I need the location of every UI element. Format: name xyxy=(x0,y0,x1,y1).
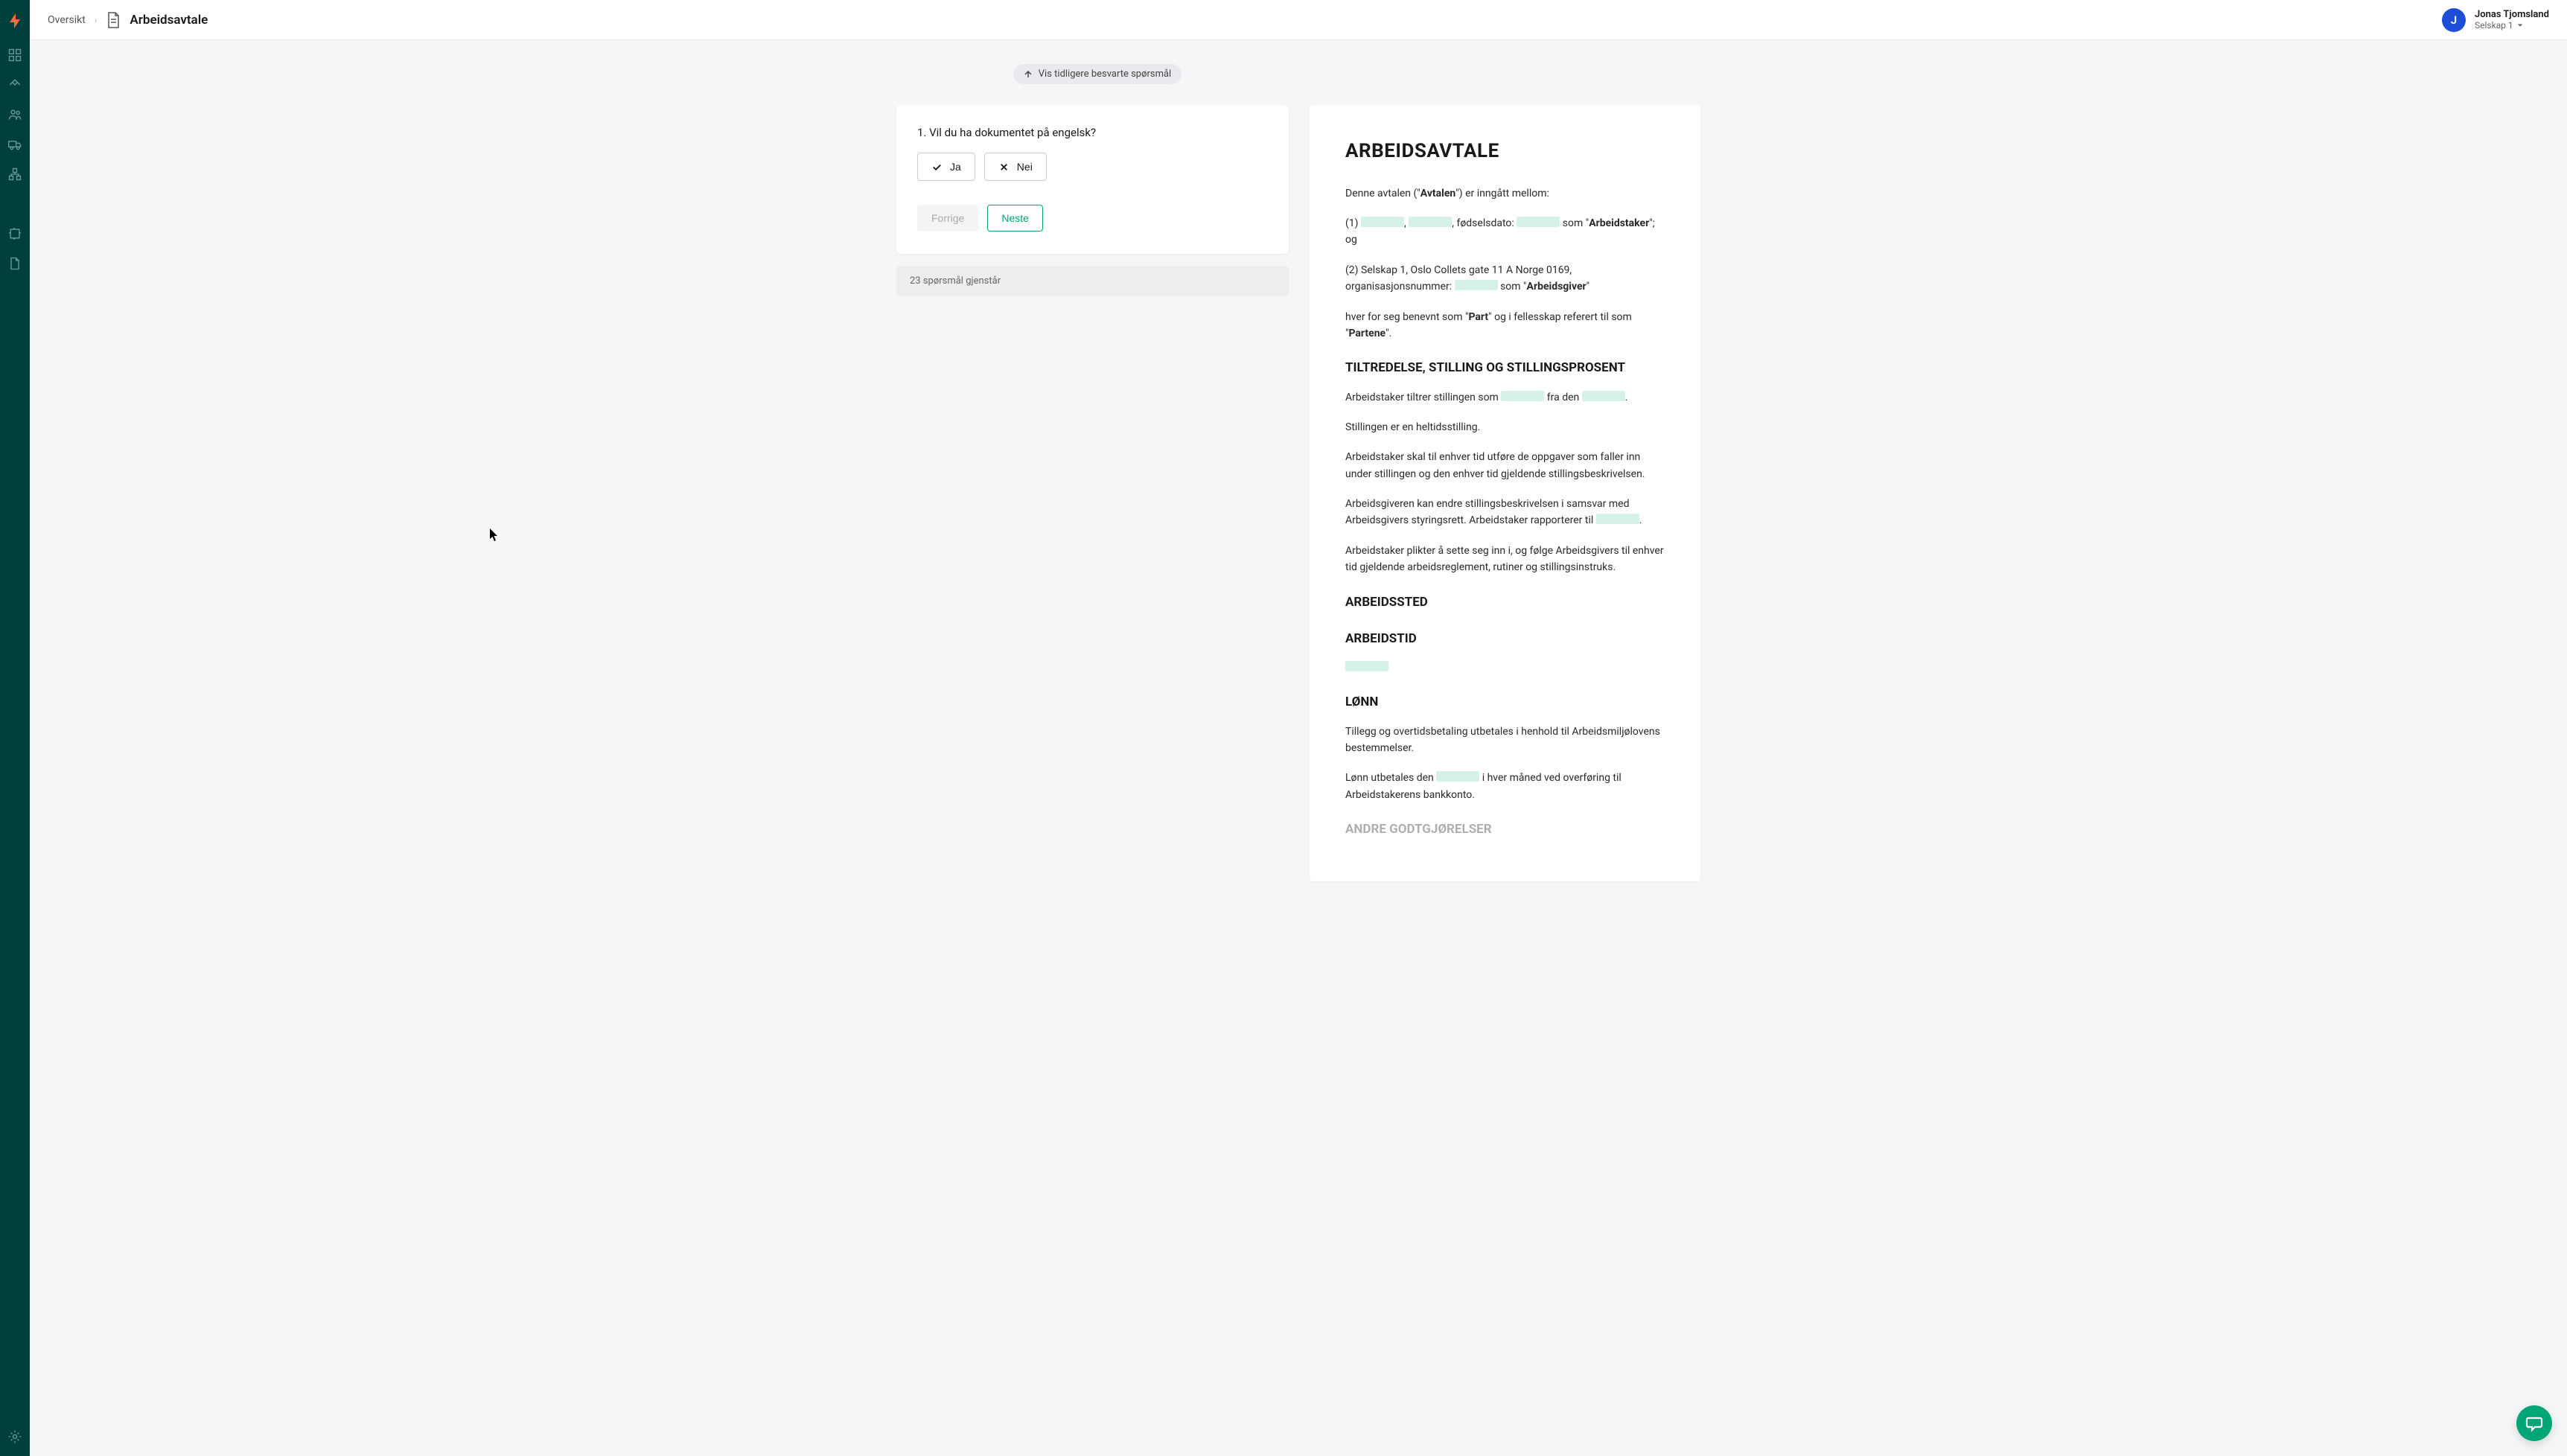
placeholder-field: xxxxxx xyxy=(1361,217,1404,227)
org-icon[interactable] xyxy=(7,167,22,182)
doc-party-1: (1) xxxxxx, xxxxxx, fødselsdato: xxxxxx … xyxy=(1345,215,1665,249)
placeholder-field: xxxxxx xyxy=(1501,391,1544,401)
placeholder-field: xxxxxx xyxy=(1517,217,1560,227)
next-button[interactable]: Neste xyxy=(987,205,1043,232)
section-title: ARBEIDSTID xyxy=(1345,629,1665,649)
company-selector[interactable]: Selskap 1 xyxy=(2475,20,2549,31)
section-title: TILTREDELSE, STILLING OG STILLINGSPROSEN… xyxy=(1345,358,1665,378)
chat-button[interactable] xyxy=(2516,1405,2552,1441)
arrow-up-icon xyxy=(1024,70,1033,79)
questions-remaining: 23 spørsmål gjenstår xyxy=(896,266,1289,296)
x-icon xyxy=(998,162,1010,173)
doc-para: Lønn utbetales den xxxxxx i hver måned v… xyxy=(1345,770,1665,803)
dashboard-icon[interactable] xyxy=(7,48,22,63)
doc-para: xxxxxx xyxy=(1345,660,1665,676)
handshake-icon[interactable] xyxy=(7,77,22,92)
sidebar xyxy=(0,0,30,1456)
chevron-down-icon xyxy=(2516,22,2524,29)
breadcrumb-root[interactable]: Oversikt xyxy=(48,14,86,26)
doc-title: ARBEIDSAVTALE xyxy=(1345,136,1665,167)
answer-no-button[interactable]: Nei xyxy=(984,153,1047,181)
doc-parties-def: hver for seg benevnt som "Part" og i fel… xyxy=(1345,309,1665,342)
placeholder-field: xxxxxx xyxy=(1436,771,1479,782)
doc-para: Arbeidstaker tiltrer stillingen som xxxx… xyxy=(1345,389,1665,406)
app-logo[interactable] xyxy=(6,12,24,30)
document-preview: ARBEIDSAVTALE Denne avtalen ("Avtalen") … xyxy=(1310,105,1700,881)
check-icon xyxy=(931,162,943,173)
prev-button: Forrige xyxy=(917,205,978,232)
doc-para: Tillegg og overtidsbetaling utbetales i … xyxy=(1345,724,1665,757)
doc-para: Arbeidstaker plikter å sette seg inn i, … xyxy=(1345,543,1665,576)
document-icon[interactable] xyxy=(7,256,22,271)
settings-icon[interactable] xyxy=(7,1429,22,1444)
chat-icon xyxy=(2525,1414,2543,1432)
people-icon[interactable] xyxy=(7,107,22,122)
puzzle-icon[interactable] xyxy=(7,226,22,241)
doc-intro: Denne avtalen ("Avtalen") er inngått mel… xyxy=(1345,185,1665,202)
placeholder-field: xxxxxx xyxy=(1409,217,1452,227)
placeholder-field: xxxxxx xyxy=(1345,661,1388,671)
show-previous-questions[interactable]: Vis tidligere besvarte spørsmål xyxy=(1013,64,1182,84)
header: Oversikt › Arbeidsavtale J Jonas Tjomsla… xyxy=(30,0,2567,40)
document-page-icon xyxy=(106,11,121,29)
chevron-right-icon: › xyxy=(95,15,98,25)
placeholder-field: xxxxxx xyxy=(1582,391,1625,401)
placeholder-field: xxxxxx xyxy=(1596,514,1639,524)
truck-icon[interactable] xyxy=(7,137,22,152)
section-title: ARBEIDSSTED xyxy=(1345,593,1665,613)
doc-para: Arbeidsgiveren kan endre stillingsbeskri… xyxy=(1345,496,1665,529)
user-name: Jonas Tjomsland xyxy=(2475,9,2549,21)
show-previous-label: Vis tidligere besvarte spørsmål xyxy=(1039,68,1171,80)
doc-para: Stillingen er en heltidsstilling. xyxy=(1345,419,1665,435)
section-title: ANDRE GODTGJØRELSER xyxy=(1345,820,1665,840)
answer-yes-label: Ja xyxy=(950,161,961,173)
question-text: 1. Vil du ha dokumentet på engelsk? xyxy=(917,126,1268,139)
doc-party-2: (2) Selskap 1, Oslo Collets gate 11 A No… xyxy=(1345,262,1665,296)
answer-yes-button[interactable]: Ja xyxy=(917,153,975,181)
section-title: LØNN xyxy=(1345,692,1665,712)
page-title: Arbeidsavtale xyxy=(130,13,208,28)
question-card: 1. Vil du ha dokumentet på engelsk? Ja N… xyxy=(896,105,1289,254)
doc-para: Arbeidstaker skal til enhver tid utføre … xyxy=(1345,449,1665,482)
placeholder-field: xxxxxx xyxy=(1455,280,1498,290)
avatar[interactable]: J xyxy=(2442,8,2466,32)
company-name: Selskap 1 xyxy=(2475,20,2513,31)
answer-no-label: Nei xyxy=(1017,161,1033,173)
